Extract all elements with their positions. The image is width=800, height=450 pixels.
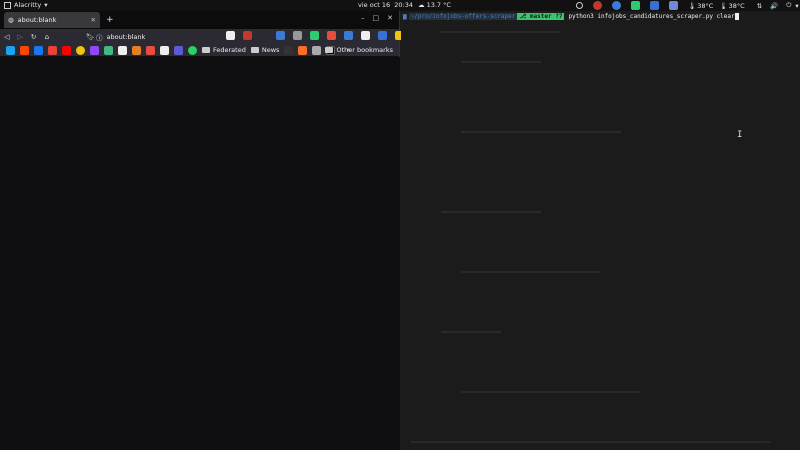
browser-window: ◍ about:blank ✕ + – □ ✕ ◁ ▷ ↻ ⌂ 🔖︎ ⓘ abo… bbox=[0, 11, 418, 450]
page-content[interactable] bbox=[0, 57, 400, 450]
folder-icon bbox=[250, 47, 259, 53]
bookmark-site-icon[interactable] bbox=[312, 45, 322, 55]
whatsapp-icon[interactable] bbox=[188, 45, 197, 55]
bookmark-icon[interactable]: 🔖︎ bbox=[86, 33, 95, 41]
prompt-path: ~/pro/infojobs-offers-scraper bbox=[408, 12, 518, 20]
bookmark-folder-news[interactable]: News bbox=[250, 46, 279, 54]
extension-icon[interactable] bbox=[293, 31, 302, 40]
mouse-ibeam-icon: I bbox=[737, 130, 743, 140]
weather-indicator[interactable]: ☁ 13.7 °C bbox=[418, 1, 451, 9]
url-bar[interactable]: ⓘ bbox=[96, 31, 220, 42]
tray-app-icon[interactable] bbox=[631, 1, 640, 10]
extension-icon[interactable] bbox=[310, 31, 319, 40]
terminal-window[interactable]: ▆ ~/pro/infojobs-offers-scraper ⎇ master… bbox=[401, 11, 800, 450]
cpu-temp[interactable]: 🌡 38°C bbox=[688, 2, 713, 10]
bookmark-site-icon[interactable] bbox=[118, 45, 127, 55]
tab-about-blank[interactable]: ◍ about:blank ✕ bbox=[4, 12, 100, 28]
extension-icon[interactable] bbox=[378, 31, 387, 40]
thermometer-icon: 🌡 bbox=[719, 1, 728, 10]
tray-app-icon[interactable] bbox=[593, 1, 602, 10]
shield-icon[interactable] bbox=[226, 31, 235, 40]
folder-icon bbox=[202, 47, 210, 53]
extensions: ☰ bbox=[226, 31, 418, 40]
home-icon[interactable]: ⌂ bbox=[45, 33, 49, 41]
window-controls: – □ ✕ bbox=[361, 14, 393, 22]
reload-icon[interactable]: ↻ bbox=[31, 33, 37, 41]
close-window-icon[interactable]: ✕ bbox=[387, 14, 393, 22]
app-menu[interactable]: Alacritty ▾ bbox=[4, 1, 48, 9]
globe-icon: ◍ bbox=[8, 16, 14, 24]
nav-bar: ◁ ▷ ↻ ⌂ 🔖︎ ⓘ ☰ bbox=[0, 29, 418, 44]
prompt-line: ▆ ~/pro/infojobs-offers-scraper ⎇ master… bbox=[403, 12, 739, 20]
gmail-icon[interactable] bbox=[48, 45, 57, 55]
tab-title: about:blank bbox=[17, 16, 57, 24]
facebook-icon[interactable] bbox=[34, 45, 43, 55]
extension-icon[interactable] bbox=[276, 31, 285, 40]
reddit-icon[interactable] bbox=[20, 45, 29, 55]
url-input[interactable] bbox=[106, 32, 207, 41]
bookmark-site-icon[interactable] bbox=[174, 45, 183, 55]
extension-icon[interactable] bbox=[344, 31, 353, 40]
bookmark-site-icon[interactable] bbox=[146, 45, 155, 55]
extension-icon[interactable] bbox=[327, 31, 336, 40]
app-name: Alacritty bbox=[14, 1, 42, 9]
discord-icon[interactable] bbox=[669, 1, 678, 10]
bookmark-site-icon[interactable] bbox=[284, 45, 294, 55]
twitter-icon[interactable] bbox=[6, 45, 15, 55]
command-text: python3 infojobs_candidatures_scraper.py… bbox=[568, 12, 735, 20]
top-panel: Alacritty ▾ vie oct 16 20:34 ☁ 13.7 °C 🌡… bbox=[0, 0, 800, 11]
git-status: ⎇ master ?7 bbox=[517, 12, 565, 20]
bookmark-site-icon[interactable] bbox=[160, 45, 169, 55]
network-icon[interactable]: ⇅ bbox=[757, 2, 762, 10]
extension-icon[interactable] bbox=[243, 31, 252, 40]
chevron-down-icon: ▾ bbox=[795, 1, 799, 10]
tab-bar: ◍ about:blank ✕ + – □ ✕ bbox=[0, 11, 399, 29]
app-icon bbox=[4, 1, 11, 9]
thermometer-icon: 🌡 bbox=[688, 1, 697, 10]
twitch-icon[interactable] bbox=[90, 45, 99, 55]
info-icon: ⓘ bbox=[96, 33, 103, 42]
close-icon[interactable]: ✕ bbox=[91, 16, 96, 24]
bookmarks-bar: Federated News » Other bookmarks bbox=[0, 44, 399, 57]
chevron-down-icon: ▾ bbox=[44, 1, 48, 9]
branch-icon: ⎇ bbox=[519, 12, 530, 20]
forward-icon[interactable]: ▷ bbox=[17, 33, 22, 41]
back-icon[interactable]: ◁ bbox=[4, 33, 9, 41]
bookmark-site-icon[interactable] bbox=[132, 45, 141, 55]
power-icon[interactable]: ⏻ bbox=[786, 1, 791, 10]
emoji-icon[interactable] bbox=[76, 45, 85, 55]
text-cursor bbox=[734, 12, 739, 20]
circle-icon[interactable] bbox=[576, 2, 583, 9]
vue-icon[interactable] bbox=[104, 45, 113, 55]
tray-app-icon[interactable] bbox=[650, 1, 659, 10]
other-bookmarks[interactable]: Other bookmarks bbox=[325, 46, 393, 54]
weather-temp: 13.7 °C bbox=[426, 1, 451, 9]
clock[interactable]: vie oct 16 20:34 bbox=[358, 1, 413, 9]
new-tab-button[interactable]: + bbox=[106, 15, 114, 25]
minimize-icon[interactable]: – bbox=[361, 14, 365, 22]
gpu-temp[interactable]: 🌡 38°C bbox=[719, 2, 744, 10]
background-wallpaper bbox=[401, 11, 800, 450]
volume-icon[interactable]: 🔊 bbox=[770, 2, 778, 10]
folder-icon: ▆ bbox=[403, 12, 407, 20]
extension-icon[interactable] bbox=[361, 31, 370, 40]
bookmark-folder-federated[interactable]: Federated bbox=[202, 46, 246, 54]
folder-icon bbox=[325, 47, 334, 53]
cloud-icon: ☁ bbox=[418, 1, 425, 9]
youtube-icon[interactable] bbox=[62, 45, 71, 55]
tray-app-icon[interactable] bbox=[612, 1, 621, 10]
maximize-icon[interactable]: □ bbox=[373, 14, 380, 22]
gitlab-icon[interactable] bbox=[298, 45, 308, 55]
system-tray: 🌡 38°C 🌡 38°C ⇅ 🔊 ⏻ ▾ bbox=[576, 0, 799, 11]
